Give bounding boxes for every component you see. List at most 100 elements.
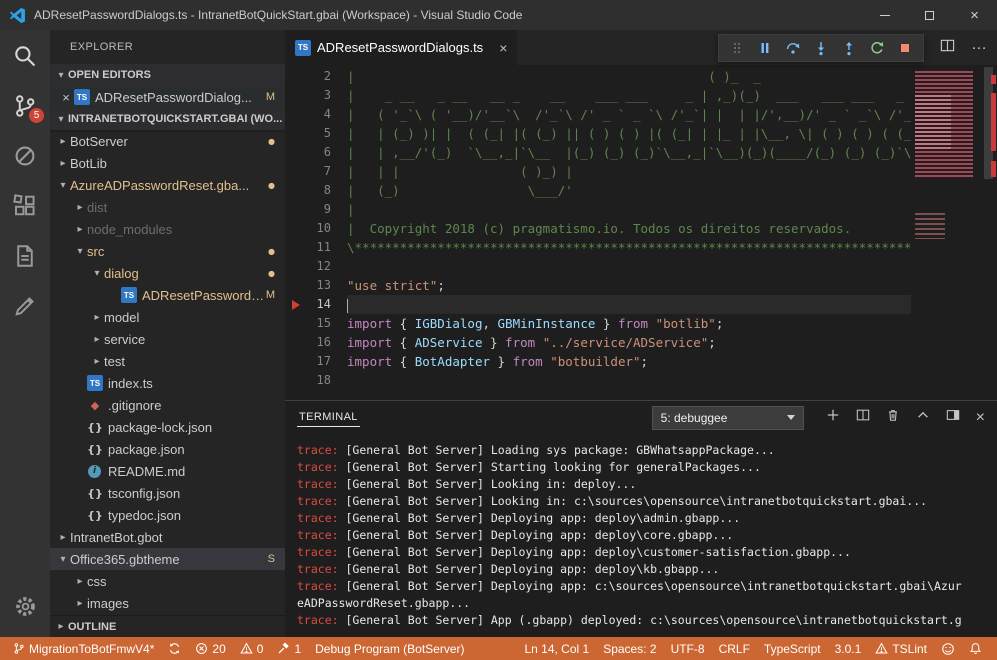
line-number[interactable]: 3 [285,86,347,105]
tree-item-package-lock-json[interactable]: {}package-lock.json [50,416,285,438]
tree-item-package-json[interactable]: {}package.json [50,438,285,460]
tree-item-botserver[interactable]: ▸BotServer● [50,130,285,152]
line-number[interactable]: 2 [285,67,347,86]
tab-terminal[interactable]: TERMINAL [297,408,360,427]
terminal-output[interactable]: trace: [General Bot Server] Loading sys … [285,434,997,637]
tree-item-typedoc-json[interactable]: {}typedoc.json [50,504,285,526]
close-button[interactable]: × [952,0,997,30]
editor-group: TS ADResetPasswordDialogs.ts × … [285,30,997,637]
status-item-bell-icon[interactable] [962,637,989,660]
line-number[interactable]: 13 [285,276,347,295]
line-number[interactable]: 17 [285,352,347,371]
code-line-10: 10| Copyright 2018 (c) pragmatismo.io. T… [285,219,997,238]
tree-item-adresetpassworddial[interactable]: TSADResetPasswordDial...M [50,284,285,306]
line-number[interactable]: 15 [285,314,347,333]
open-editors-header[interactable]: ▾ OPEN EDITORS [50,64,285,86]
status-item-spaces-2[interactable]: Spaces: 2 [596,637,663,660]
drag-handle-icon[interactable] [723,35,751,61]
overview-ruler-mark [991,93,996,151]
tab-close-icon[interactable]: × [499,40,507,56]
line-number[interactable]: 11 [285,238,347,257]
tree-item-model[interactable]: ▸model [50,306,285,328]
extensions-icon[interactable] [12,193,38,219]
tree-item-azureadpasswordreset-gba[interactable]: ▾AzureADPasswordReset.gba...● [50,174,285,196]
line-number[interactable]: 12 [285,257,347,276]
tab-adresetpassworddialogs[interactable]: TS ADResetPasswordDialogs.ts × [285,30,517,65]
open-editor-item[interactable]: × TS ADResetPasswordDialog... M [50,86,285,108]
outline-section-header[interactable]: ▸ OUTLINE [50,615,285,637]
stop-icon[interactable] [891,35,919,61]
code-line-text: | Copyright 2018 (c) pragmatismo.io. Tod… [347,219,911,238]
close-panel-icon[interactable]: × [976,409,985,427]
terminal-instance-select[interactable]: 5: debuggee [652,406,804,430]
status-item-3-0-1[interactable]: 3.0.1 [828,637,869,660]
status-item-utf-8[interactable]: UTF-8 [664,637,712,660]
status-item-crlf[interactable]: CRLF [712,637,757,660]
panel-layout-icon[interactable] [946,408,960,427]
step-over-icon[interactable] [779,35,807,61]
line-number[interactable]: 4 [285,105,347,124]
code-editor[interactable]: 2| ( )_ _ |3| _ __ _ __ __ _ __ ___ ___ … [285,65,997,400]
chevron-down-icon: ▾ [56,180,70,191]
settings-gear-icon[interactable] [14,595,37,623]
tree-item-css[interactable]: ▸css [50,570,285,592]
minimize-button[interactable] [862,0,907,30]
minimap[interactable] [911,65,983,400]
restart-icon[interactable] [863,35,891,61]
tree-item-intranetbot-gbot[interactable]: ▸IntranetBot.gbot [50,526,285,548]
tree-item-botlib[interactable]: ▸BotLib [50,152,285,174]
tree-item-tsconfig-json[interactable]: {}tsconfig.json [50,482,285,504]
status-item-smiley-icon[interactable] [934,637,962,660]
status-item-20[interactable]: 20 [188,637,232,660]
tree-item-service[interactable]: ▸service [50,328,285,350]
step-out-icon[interactable] [835,35,863,61]
status-item-sync-icon[interactable] [161,637,188,660]
line-number[interactable]: 14 [285,295,347,314]
close-editor-icon[interactable]: × [58,90,74,105]
status-item-tslint[interactable]: TSLint [868,637,934,660]
step-into-icon[interactable] [807,35,835,61]
documents-icon[interactable] [12,243,38,269]
status-item-ln-14-col-1[interactable]: Ln 14, Col 1 [517,637,596,660]
status-item-typescript[interactable]: TypeScript [757,637,828,660]
pause-icon[interactable] [751,35,779,61]
new-terminal-plus-icon[interactable] [826,408,840,427]
split-editor-icon[interactable] [940,38,955,58]
workspace-section-header[interactable]: ▾ INTRANETBOTQUICKSTART.GBAI (WO... [50,108,285,130]
kill-terminal-trash-icon[interactable] [886,408,900,427]
tree-item-readme-md[interactable]: iREADME.md [50,460,285,482]
line-number[interactable]: 8 [285,181,347,200]
status-item-label: UTF-8 [671,642,705,656]
status-item-migrationtobotfmwv4[interactable]: MigrationToBotFmwV4* [6,637,161,660]
maximize-button[interactable] [907,0,952,30]
debug-icon[interactable] [12,143,38,169]
tree-item-images[interactable]: ▸images [50,592,285,614]
line-number[interactable]: 5 [285,124,347,143]
source-control-icon[interactable]: 5 [12,93,38,119]
code-line-8: 8| (_) \___/' | [285,181,997,200]
tree-item-dist[interactable]: ▸dist [50,196,285,218]
maximize-panel-chevron-icon[interactable] [916,408,930,427]
line-number[interactable]: 6 [285,143,347,162]
line-number[interactable]: 10 [285,219,347,238]
line-number[interactable]: 16 [285,333,347,352]
tree-item-test[interactable]: ▸test [50,350,285,372]
editor-scrollbar[interactable] [983,65,997,400]
split-terminal-icon[interactable] [856,408,870,427]
status-item-1[interactable]: 1 [270,637,308,660]
edit-icon[interactable] [12,293,38,319]
line-number[interactable]: 9 [285,200,347,219]
tree-item-dialog[interactable]: ▾dialog● [50,262,285,284]
line-number[interactable]: 7 [285,162,347,181]
tree-item-src[interactable]: ▾src● [50,240,285,262]
tree-item-office365-gbtheme[interactable]: ▾Office365.gbthemeS [50,548,285,570]
status-item-0[interactable]: 0 [233,637,271,660]
tree-item-node-modules[interactable]: ▸node_modules [50,218,285,240]
tree-item-gitignore[interactable]: ◆.gitignore [50,394,285,416]
more-actions-icon[interactable]: … [971,36,987,54]
code-line-text: | _ __ _ __ __ _ __ ___ ___ _ | ,_)(_) _… [347,86,911,105]
tree-item-index-ts[interactable]: TSindex.ts [50,372,285,394]
status-item-debug-program-botserver[interactable]: Debug Program (BotServer) [308,637,471,660]
search-icon[interactable] [12,43,38,69]
line-number[interactable]: 18 [285,371,347,390]
